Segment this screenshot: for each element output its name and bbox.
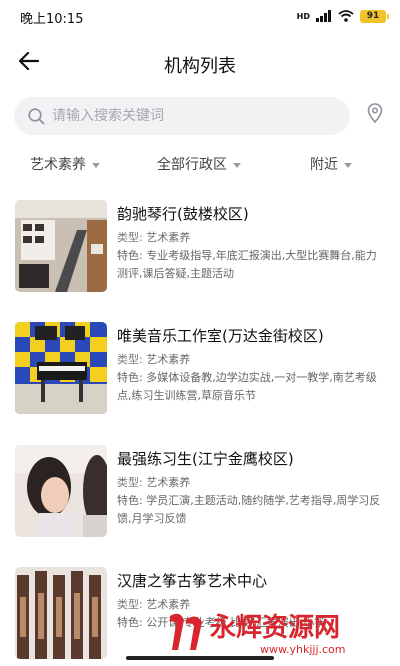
search-input[interactable] [52, 108, 322, 124]
type-value: 艺术素养 [146, 353, 191, 366]
filter-district-label: 全部行政区 [157, 157, 227, 173]
institution-photo [15, 200, 107, 292]
filter-category-label: 艺术素养 [30, 157, 86, 173]
item-text: 韵驰琴行(鼓楼校区) 类型: 艺术素养 特色: 专业考级指导,年底汇报演出,大型… [117, 204, 385, 283]
wifi-icon [338, 7, 354, 26]
home-indicator [126, 656, 274, 660]
institution-type: 类型: 艺术素养 [117, 351, 385, 369]
type-label: 类型: [117, 353, 143, 366]
search-box[interactable] [14, 97, 350, 135]
list-item[interactable]: 韵驰琴行(鼓楼校区) 类型: 艺术素养 特色: 专业考级指导,年底汇报演出,大型… [0, 198, 400, 298]
nav-bar: 机构列表 [0, 40, 400, 86]
battery-icon: 91 [360, 10, 389, 23]
institution-features: 特色: 专业考级指导,年底汇报演出,大型比赛舞台,能力测评,课后答疑,主题活动 [117, 247, 385, 283]
status-bar: 晚上10:15 HD 91 [0, 0, 400, 34]
filter-nearby-label: 附近 [310, 157, 338, 173]
institution-features: 特色: 多媒体设备教,边学边实战,一对一教学,南艺考级点,练习生训练营,草原音乐… [117, 369, 385, 405]
search-icon [28, 107, 46, 125]
features-label: 特色: [117, 616, 143, 629]
watermark: 永辉资源网 www.yhkjjj.com [162, 606, 382, 658]
signal-icon [316, 7, 332, 26]
institution-name: 唯美音乐工作室(万达金街校区) [117, 327, 324, 345]
type-label: 类型: [117, 231, 143, 244]
list-item[interactable]: 唯美音乐工作室(万达金街校区) 类型: 艺术素养 特色: 多媒体设备教,边学边实… [0, 320, 400, 420]
filter-district[interactable]: 全部行政区 [157, 154, 241, 174]
institution-photo [15, 322, 107, 414]
list-item[interactable]: 最强练习生(江宁金鹰校区) 类型: 艺术素养 特色: 学员汇演,主题活动,随约随… [0, 443, 400, 543]
features-label: 特色: [117, 371, 143, 384]
status-icons: HD 91 [296, 7, 389, 26]
filter-category[interactable]: 艺术素养 [30, 154, 100, 174]
type-value: 艺术素养 [146, 476, 191, 489]
features-label: 特色: [117, 494, 143, 507]
features-label: 特色: [117, 249, 143, 262]
search-row [0, 96, 400, 136]
item-text: 最强练习生(江宁金鹰校区) 类型: 艺术素养 特色: 学员汇演,主题活动,随约随… [117, 449, 385, 528]
institution-name: 韵驰琴行(鼓楼校区) [117, 205, 249, 223]
location-button[interactable] [362, 102, 388, 128]
network-hd-label: HD [296, 11, 310, 21]
institution-name: 最强练习生(江宁金鹰校区) [117, 450, 294, 468]
type-label: 类型: [117, 476, 143, 489]
features-value: 多媒体设备教,边学边实战,一对一教学,南艺考级点,练习生训练营,草原音乐节 [117, 371, 377, 402]
watermark-url: www.yhkjjj.com [260, 643, 346, 656]
page-title: 机构列表 [164, 56, 236, 77]
institution-photo [15, 445, 107, 537]
type-value: 艺术素养 [146, 231, 191, 244]
institution-photo [15, 567, 107, 659]
watermark-text: 永辉资源网 [210, 613, 340, 643]
status-time: 晚上10:15 [20, 12, 84, 27]
caret-down-icon [344, 162, 352, 168]
features-value: 专业考级指导,年底汇报演出,大型比赛舞台,能力测评,课后答疑,主题活动 [117, 249, 377, 280]
item-text: 唯美音乐工作室(万达金街校区) 类型: 艺术素养 特色: 多媒体设备教,边学边实… [117, 326, 385, 405]
institution-features: 特色: 学员汇演,主题活动,随约随学,艺考指导,周学习反馈,月学习反馈 [117, 492, 385, 528]
location-pin-icon [367, 103, 383, 127]
institution-type: 类型: 艺术素养 [117, 229, 385, 247]
watermark-logo-icon: 永辉资源网 www.yhkjjj.com [170, 613, 346, 656]
filter-nearby[interactable]: 附近 [310, 154, 352, 174]
caret-down-icon [233, 162, 241, 168]
institution-name: 汉唐之筝古筝艺术中心 [117, 572, 268, 590]
caret-down-icon [92, 162, 100, 168]
institution-type: 类型: 艺术素养 [117, 474, 385, 492]
filter-row: 艺术素养 全部行政区 附近 [0, 146, 400, 182]
features-value: 学员汇演,主题活动,随约随学,艺考指导,周学习反馈,月学习反馈 [117, 494, 381, 525]
type-label: 类型: [117, 598, 143, 611]
